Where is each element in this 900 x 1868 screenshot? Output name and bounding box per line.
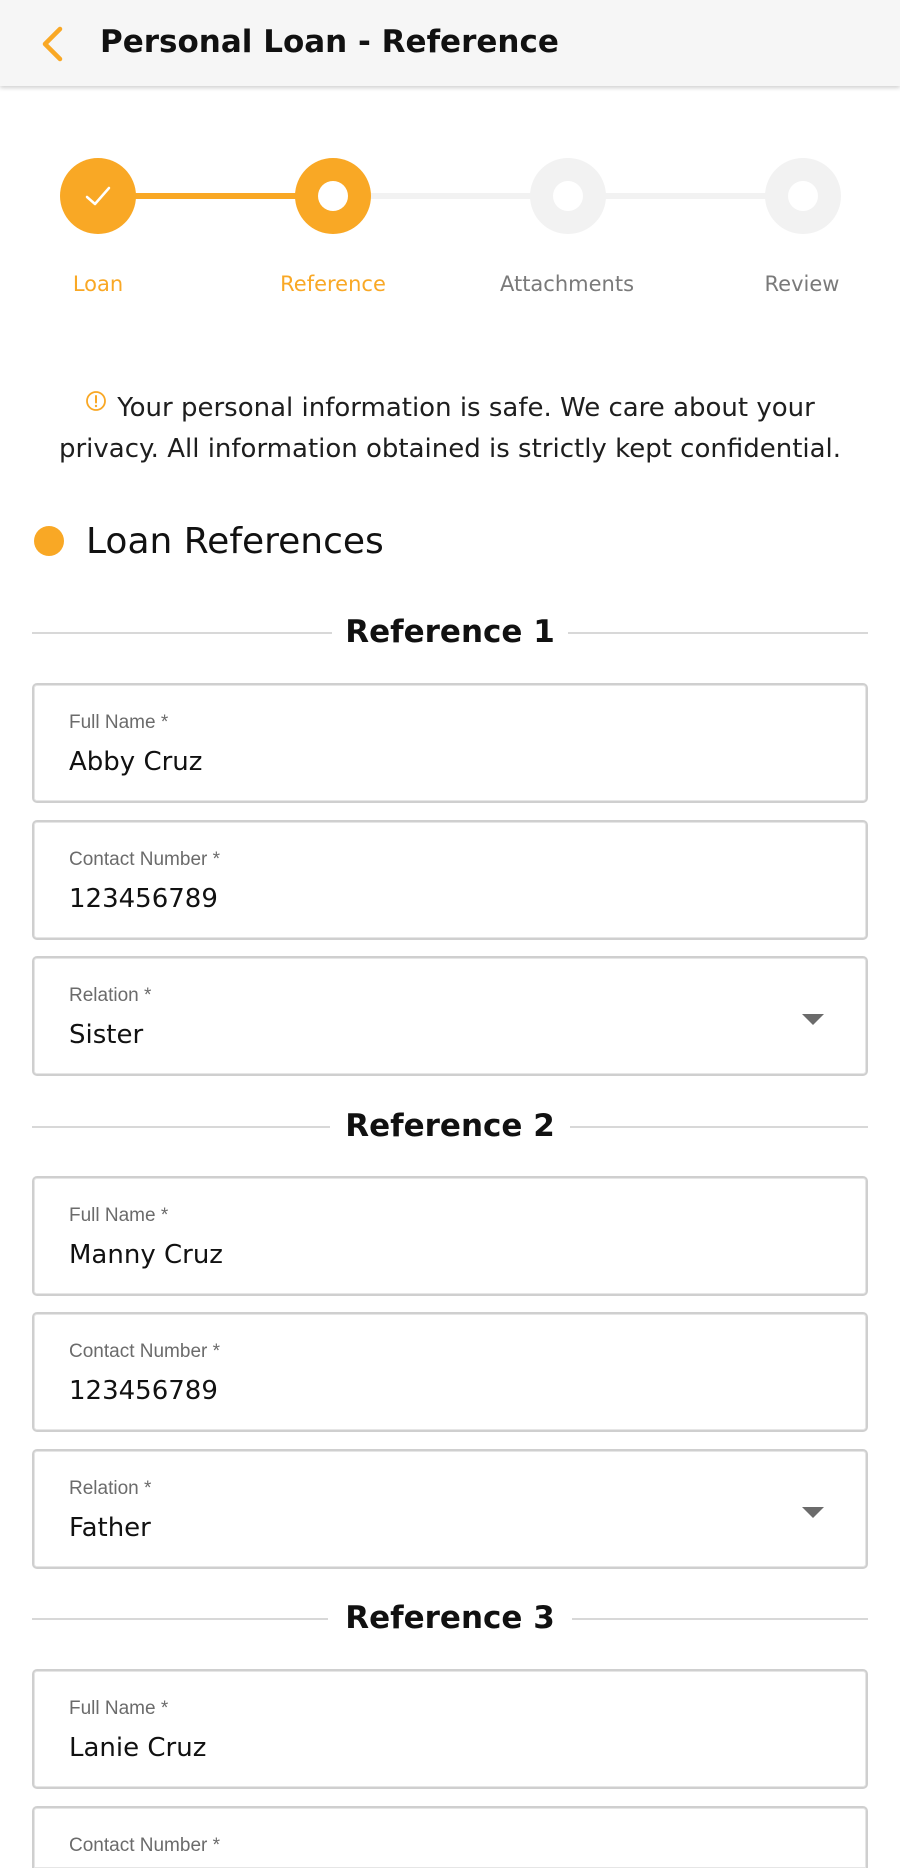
field-label: Contact Number * [69,1341,221,1362]
field-label: Relation * [69,985,152,1006]
reference-2-relation-select[interactable]: Relation * Father [32,1449,868,1569]
reference-1-full-name-field[interactable]: Full Name * Abby Cruz [32,683,868,803]
step-current-dot [318,181,348,211]
section-title: Loan References [86,520,384,562]
step-loan[interactable] [60,158,136,234]
progress-stepper: Loan Reference Attachments Review [0,150,900,310]
step-pending-dot [788,181,818,211]
info-circle-icon [85,384,107,425]
field-value: 123456789 [69,1376,218,1406]
reference-3-full-name-field[interactable]: Full Name * Lanie Cruz [32,1669,868,1789]
field-value: Lanie Cruz [69,1733,207,1763]
field-label: Full Name * [69,712,169,733]
reference-2-heading: Reference 2 [345,1108,555,1144]
reference-2-contact-number-field[interactable]: Contact Number * 123456789 [32,1312,868,1432]
reference-1-divider: Reference 1 [32,610,868,654]
step-label-reference: Reference [280,272,386,296]
dropdown-caret-icon [802,1014,824,1025]
privacy-notice-text: Your personal information is safe. We ca… [58,393,842,464]
step-review[interactable] [765,158,841,234]
field-label: Full Name * [69,1205,169,1226]
step-pending-dot [553,181,583,211]
field-value: Sister [69,1020,144,1050]
loan-references-header: Loan References [34,518,384,564]
step-label-attachments: Attachments [499,272,635,296]
step-attachments[interactable] [530,158,606,234]
reference-3-heading: Reference 3 [345,1600,555,1636]
reference-1-contact-number-field[interactable]: Contact Number * 123456789 [32,820,868,940]
reference-2-full-name-field[interactable]: Full Name * Manny Cruz [32,1176,868,1296]
chevron-left-icon [42,26,63,62]
privacy-notice: Your personal information is safe. We ca… [40,384,860,470]
field-value: 123456789 [69,884,218,914]
field-label: Contact Number * [69,849,221,870]
reference-1-heading: Reference 1 [345,614,555,650]
dropdown-caret-icon [802,1507,824,1518]
reference-3-contact-number-field[interactable]: Contact Number * [32,1806,868,1868]
field-label: Relation * [69,1478,152,1499]
check-icon [85,186,111,206]
reference-1-relation-select[interactable]: Relation * Sister [32,956,868,1076]
reference-3-divider: Reference 3 [32,1596,868,1640]
reference-2-divider: Reference 2 [32,1104,868,1148]
step-label-loan: Loan [72,272,124,296]
field-label: Contact Number * [69,1835,221,1856]
field-label: Full Name * [69,1698,169,1719]
back-button[interactable] [32,22,72,66]
field-value: Manny Cruz [69,1240,223,1270]
field-value: Abby Cruz [69,747,203,777]
step-label-review: Review [764,272,840,296]
step-reference[interactable] [295,158,371,234]
app-bar: Personal Loan - Reference [0,0,900,86]
field-value: Father [69,1513,151,1543]
page-title: Personal Loan - Reference [100,24,559,60]
section-bullet [34,526,64,556]
